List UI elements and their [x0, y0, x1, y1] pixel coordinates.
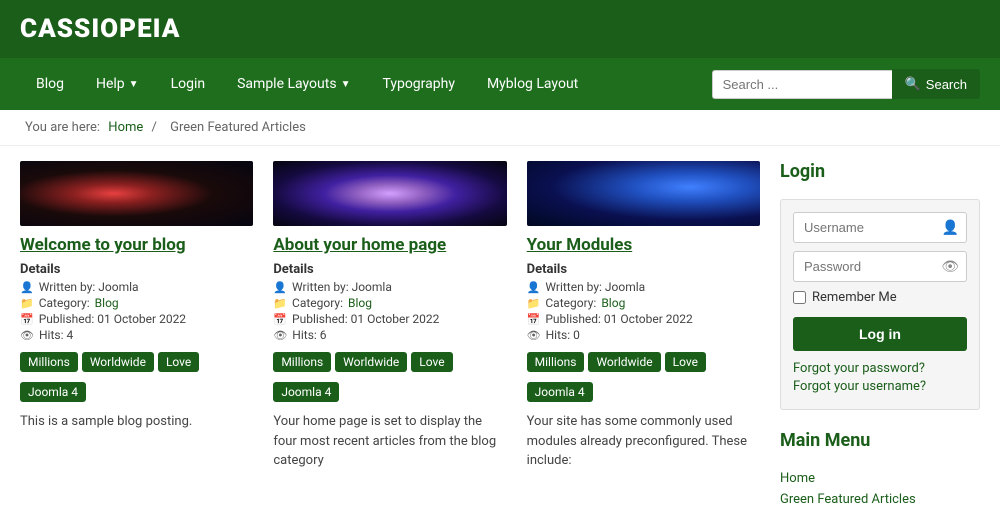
article-tags-row2: Joomla 4: [273, 382, 506, 402]
chevron-down-icon: ▼: [341, 79, 351, 90]
article-excerpt: This is a sample blog posting.: [20, 412, 253, 432]
tag-item[interactable]: Millions: [20, 352, 78, 372]
details-label: Details: [527, 262, 760, 277]
article-image: [273, 161, 506, 226]
calendar-icon: 📅: [20, 313, 34, 326]
article-author: 👤 Written by: Joomla: [20, 280, 253, 294]
article-card: Your Modules Details 👤 Written by: Jooml…: [527, 161, 760, 471]
sidebar: Login 👤 👁 Remember Me Log in Forgot your…: [780, 161, 980, 510]
article-image: [20, 161, 253, 226]
category-link[interactable]: Blog: [348, 296, 372, 310]
article-hits: 👁 Hits: 6: [273, 328, 506, 342]
nav-login[interactable]: Login: [155, 58, 222, 110]
article-image: [527, 161, 760, 226]
article-hits: 👁 Hits: 4: [20, 328, 253, 342]
header: CASSIOPEIA: [0, 0, 1000, 58]
article-published: 📅 Published: 01 October 2022: [20, 312, 253, 326]
tag-item[interactable]: Love: [158, 352, 199, 372]
tag-item[interactable]: Worldwide: [588, 352, 660, 372]
eye-icon: 👁: [273, 329, 287, 342]
article-title[interactable]: About your home page: [273, 234, 506, 256]
login-section-title: Login: [780, 161, 980, 187]
main-container: Welcome to your blog Details 👤 Written b…: [0, 146, 1000, 525]
category-link[interactable]: Blog: [601, 296, 625, 310]
search-button[interactable]: 🔍 Search: [892, 69, 980, 99]
article-published: 📅 Published: 01 October 2022: [273, 312, 506, 326]
article-card: Welcome to your blog Details 👤 Written b…: [20, 161, 253, 471]
site-logo: CASSIOPEIA: [20, 14, 180, 44]
article-tags: Millions Worldwide Love: [273, 352, 506, 372]
nav-blog[interactable]: Blog: [20, 58, 80, 110]
tag-item[interactable]: Love: [411, 352, 452, 372]
article-author: 👤 Written by: Joomla: [527, 280, 760, 294]
forgot-password-link[interactable]: Forgot your password?: [793, 361, 967, 376]
article-tags: Millions Worldwide Love: [20, 352, 253, 372]
password-wrap: 👁: [793, 251, 967, 282]
tag-item[interactable]: Millions: [527, 352, 585, 372]
remember-me-label: Remember Me: [793, 290, 967, 305]
menu-home-link[interactable]: Home: [780, 468, 980, 489]
user-icon: 👤: [527, 281, 541, 294]
breadcrumb: You are here: Home / Green Featured Arti…: [0, 110, 1000, 146]
nav-help[interactable]: Help ▼: [80, 58, 155, 110]
article-tags: Millions Worldwide Love: [527, 352, 760, 372]
article-hits: 👁 Hits: 0: [527, 328, 760, 342]
folder-icon: 📁: [273, 297, 287, 310]
article-title[interactable]: Your Modules: [527, 234, 760, 256]
user-icon: 👤: [20, 281, 34, 294]
article-excerpt: Your site has some commonly used modules…: [527, 412, 760, 471]
tag-item[interactable]: Worldwide: [335, 352, 407, 372]
tag-item[interactable]: Worldwide: [82, 352, 154, 372]
category-link[interactable]: Blog: [95, 296, 119, 310]
article-card: About your home page Details 👤 Written b…: [273, 161, 506, 471]
nav-sample-layouts[interactable]: Sample Layouts ▼: [221, 58, 366, 110]
tag-item[interactable]: Millions: [273, 352, 331, 372]
article-category: 📁 Category: Blog: [527, 296, 760, 310]
search-form: 🔍 Search: [712, 69, 980, 99]
user-icon: 👤: [273, 281, 287, 294]
breadcrumb-home-link[interactable]: Home: [108, 120, 143, 135]
article-published: 📅 Published: 01 October 2022: [527, 312, 760, 326]
calendar-icon: 📅: [273, 313, 287, 326]
article-title[interactable]: Welcome to your blog: [20, 234, 253, 256]
navbar: Blog Help ▼ Login Sample Layouts ▼ Typog…: [0, 58, 1000, 110]
article-author: 👤 Written by: Joomla: [273, 280, 506, 294]
login-section: Login 👤 👁 Remember Me Log in Forgot your…: [780, 161, 980, 410]
article-grid: Welcome to your blog Details 👤 Written b…: [20, 161, 760, 471]
tag-item[interactable]: Joomla 4: [527, 382, 593, 402]
login-links: Forgot your password? Forgot your userna…: [793, 361, 967, 394]
article-tags-row2: Joomla 4: [527, 382, 760, 402]
folder-icon: 📁: [20, 297, 34, 310]
nav-myblog-layout[interactable]: Myblog Layout: [471, 58, 594, 110]
article-category: 📁 Category: Blog: [20, 296, 253, 310]
forgot-username-link[interactable]: Forgot your username?: [793, 379, 967, 394]
search-icon: 🔍: [905, 76, 921, 92]
search-input[interactable]: [712, 70, 892, 99]
tag-item[interactable]: Joomla 4: [20, 382, 86, 402]
user-icon: 👤: [942, 220, 959, 236]
tag-item[interactable]: Love: [665, 352, 706, 372]
article-excerpt: Your home page is set to display the fou…: [273, 412, 506, 471]
main-menu-section: Main Menu Home Green Featured Articles: [780, 430, 980, 510]
article-tags-row2: Joomla 4: [20, 382, 253, 402]
login-form: 👤 👁 Remember Me Log in Forgot your passw…: [780, 199, 980, 410]
details-label: Details: [20, 262, 253, 277]
username-wrap: 👤: [793, 212, 967, 243]
tag-item[interactable]: Joomla 4: [273, 382, 339, 402]
folder-icon: 📁: [527, 297, 541, 310]
eye-icon[interactable]: 👁: [941, 259, 959, 275]
chevron-down-icon: ▼: [129, 79, 139, 90]
details-label: Details: [273, 262, 506, 277]
menu-green-featured-link[interactable]: Green Featured Articles: [780, 489, 980, 510]
eye-icon: 👁: [527, 329, 541, 342]
login-button[interactable]: Log in: [793, 317, 967, 351]
article-category: 📁 Category: Blog: [273, 296, 506, 310]
eye-icon: 👁: [20, 329, 34, 342]
nav-typography[interactable]: Typography: [366, 58, 470, 110]
calendar-icon: 📅: [527, 313, 541, 326]
main-menu-title: Main Menu: [780, 430, 980, 456]
remember-me-checkbox[interactable]: [793, 291, 806, 304]
content-area: Welcome to your blog Details 👤 Written b…: [20, 161, 760, 510]
